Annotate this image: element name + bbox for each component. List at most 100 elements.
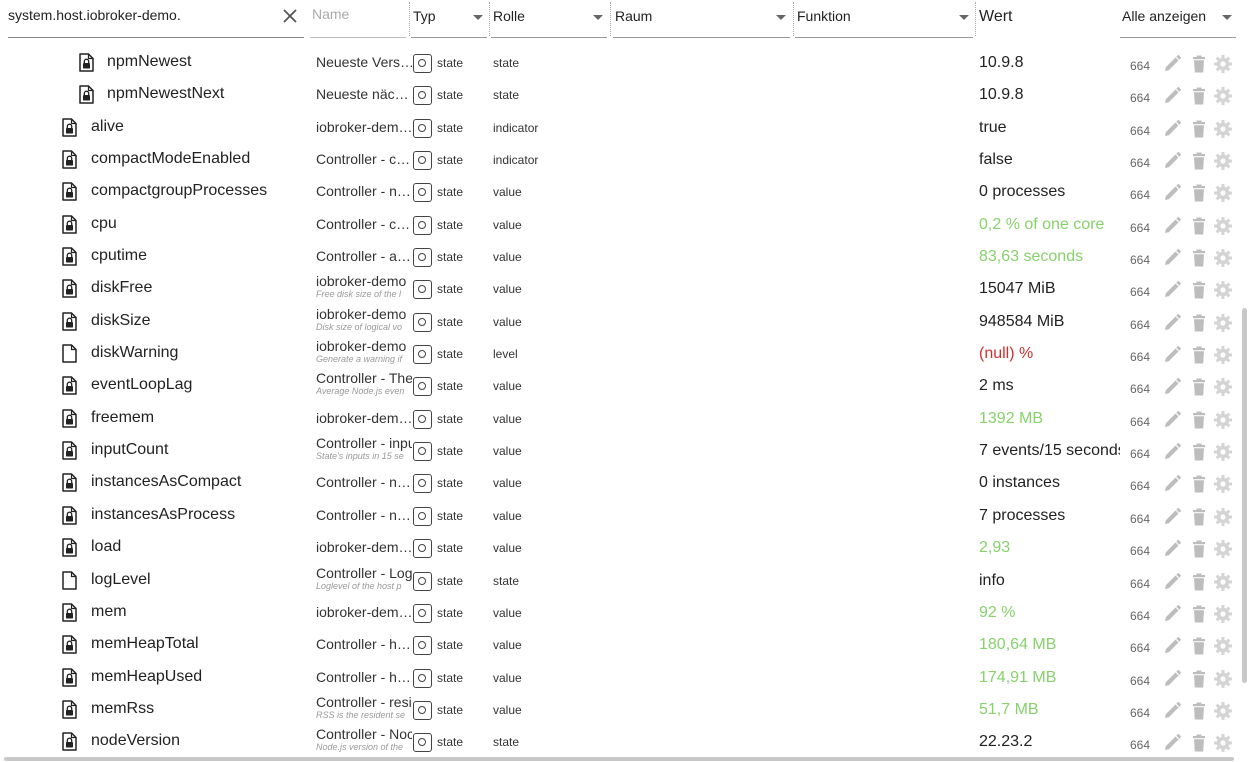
trash-icon[interactable] (1189, 636, 1209, 656)
object-value[interactable]: 22.23.2 (979, 733, 1120, 751)
pencil-icon[interactable] (1162, 474, 1182, 494)
close-icon[interactable] (280, 6, 300, 26)
gear-icon[interactable] (1213, 216, 1233, 236)
pencil-icon[interactable] (1162, 410, 1182, 430)
pencil-icon[interactable] (1162, 345, 1182, 365)
table-row[interactable]: instancesAsCompact Controller - n… state… (0, 467, 1240, 499)
object-value[interactable]: true (979, 119, 1120, 137)
show-all-select[interactable]: Alle anzeigen (1120, 0, 1236, 38)
pencil-icon[interactable] (1162, 572, 1182, 592)
trash-icon[interactable] (1189, 507, 1209, 527)
trash-icon[interactable] (1189, 345, 1209, 365)
table-row[interactable]: compactModeEnabled Controller - c… state… (0, 144, 1240, 176)
table-row[interactable]: memHeapTotal Controller - h… state value… (0, 629, 1240, 661)
trash-icon[interactable] (1189, 410, 1209, 430)
pencil-icon[interactable] (1162, 442, 1182, 462)
table-row[interactable]: load iobroker-dem… state value 2,93 664 (0, 532, 1240, 564)
pencil-icon[interactable] (1162, 248, 1182, 268)
trash-icon[interactable] (1189, 474, 1209, 494)
trash-icon[interactable] (1189, 183, 1209, 203)
pencil-icon[interactable] (1162, 701, 1182, 721)
object-value[interactable]: 0 processes (979, 183, 1120, 201)
gear-icon[interactable] (1213, 474, 1233, 494)
path-filter-input[interactable]: system.host.iobroker-demo. (8, 0, 304, 38)
object-value[interactable]: 0,2 % of one core (979, 216, 1120, 234)
table-row[interactable]: memRss Controller - resi RSS is the resi… (0, 694, 1240, 726)
pencil-icon[interactable] (1162, 636, 1182, 656)
object-value[interactable]: false (979, 151, 1120, 169)
pencil-icon[interactable] (1162, 669, 1182, 689)
pencil-icon[interactable] (1162, 507, 1182, 527)
gear-icon[interactable] (1213, 345, 1233, 365)
gear-icon[interactable] (1213, 119, 1233, 139)
object-value[interactable]: info (979, 572, 1120, 590)
gear-icon[interactable] (1213, 86, 1233, 106)
object-value[interactable]: 10.9.8 (979, 86, 1120, 104)
gear-icon[interactable] (1213, 410, 1233, 430)
trash-icon[interactable] (1189, 539, 1209, 559)
object-value[interactable]: 948584 MiB (979, 313, 1120, 331)
gear-icon[interactable] (1213, 669, 1233, 689)
table-row[interactable]: logLevel Controller - Log Loglevel of th… (0, 565, 1240, 597)
pencil-icon[interactable] (1162, 733, 1182, 753)
gear-icon[interactable] (1213, 539, 1233, 559)
trash-icon[interactable] (1189, 442, 1209, 462)
pencil-icon[interactable] (1162, 280, 1182, 300)
object-value[interactable]: 2 ms (979, 377, 1120, 395)
pencil-icon[interactable] (1162, 216, 1182, 236)
trash-icon[interactable] (1189, 248, 1209, 268)
vertical-scrollbar[interactable] (1242, 308, 1247, 683)
gear-icon[interactable] (1213, 183, 1233, 203)
trash-icon[interactable] (1189, 377, 1209, 397)
table-row[interactable]: mem iobroker-dem… state value 92 % 664 (0, 597, 1240, 629)
object-value[interactable]: 15047 MiB (979, 280, 1120, 298)
pencil-icon[interactable] (1162, 377, 1182, 397)
horizontal-scrollbar[interactable] (4, 757, 1234, 761)
table-row[interactable]: eventLoopLag Controller - The Average No… (0, 370, 1240, 402)
object-value[interactable]: 51,7 MB (979, 701, 1120, 719)
trash-icon[interactable] (1189, 216, 1209, 236)
trash-icon[interactable] (1189, 604, 1209, 624)
table-row[interactable]: nodeVersion Controller - Noc Node.js ver… (0, 726, 1240, 758)
gear-icon[interactable] (1213, 151, 1233, 171)
table-row[interactable]: alive iobroker-dem… state indicator true… (0, 112, 1240, 144)
trash-icon[interactable] (1189, 313, 1209, 333)
table-row[interactable]: diskSize iobroker-demo Disk size of logi… (0, 306, 1240, 338)
object-value[interactable]: 83,63 seconds (979, 248, 1120, 266)
table-row[interactable]: inputCount Controller - inpu State's inp… (0, 435, 1240, 467)
object-value[interactable]: 2,93 (979, 539, 1120, 557)
trash-icon[interactable] (1189, 572, 1209, 592)
trash-icon[interactable] (1189, 54, 1209, 74)
table-row[interactable]: memHeapUsed Controller - h… state value … (0, 662, 1240, 694)
trash-icon[interactable] (1189, 280, 1209, 300)
gear-icon[interactable] (1213, 54, 1233, 74)
pencil-icon[interactable] (1162, 119, 1182, 139)
object-value[interactable]: 7 processes (979, 507, 1120, 525)
gear-icon[interactable] (1213, 701, 1233, 721)
object-value[interactable]: 0 instances (979, 474, 1120, 492)
gear-icon[interactable] (1213, 733, 1233, 753)
table-row[interactable]: diskWarning iobroker-demo Generate a war… (0, 338, 1240, 370)
typ-filter-select[interactable]: Typ (411, 0, 487, 38)
gear-icon[interactable] (1213, 248, 1233, 268)
gear-icon[interactable] (1213, 442, 1233, 462)
pencil-icon[interactable] (1162, 183, 1182, 203)
raum-filter-select[interactable]: Raum (613, 0, 790, 38)
gear-icon[interactable] (1213, 572, 1233, 592)
gear-icon[interactable] (1213, 636, 1233, 656)
rolle-filter-select[interactable]: Rolle (491, 0, 607, 38)
gear-icon[interactable] (1213, 280, 1233, 300)
object-value[interactable]: 180,64 MB (979, 636, 1120, 654)
gear-icon[interactable] (1213, 377, 1233, 397)
pencil-icon[interactable] (1162, 54, 1182, 74)
table-row[interactable]: cputime Controller - a… state value 83,6… (0, 241, 1240, 273)
trash-icon[interactable] (1189, 86, 1209, 106)
gear-icon[interactable] (1213, 604, 1233, 624)
pencil-icon[interactable] (1162, 86, 1182, 106)
object-value[interactable]: 7 events/15 seconds (979, 442, 1120, 460)
trash-icon[interactable] (1189, 733, 1209, 753)
table-row[interactable]: npmNewest Neueste Vers… state state 10.9… (0, 47, 1240, 79)
pencil-icon[interactable] (1162, 313, 1182, 333)
table-row[interactable]: npmNewestNext Neueste näc… state state 1… (0, 79, 1240, 111)
gear-icon[interactable] (1213, 507, 1233, 527)
